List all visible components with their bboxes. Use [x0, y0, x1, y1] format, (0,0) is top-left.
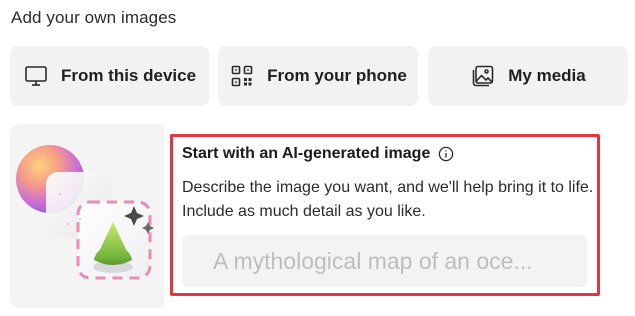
from-your-phone-label: From your phone — [267, 66, 407, 85]
ai-card-title-text: Start with an AI-generated image — [182, 145, 431, 162]
qr-code-icon — [229, 63, 255, 89]
my-media-label: My media — [508, 66, 586, 85]
image-gallery-icon — [470, 63, 496, 89]
ai-prompt-placeholder: A mythological map of an oce... — [213, 247, 533, 274]
info-icon[interactable] — [438, 146, 454, 162]
ai-prompt-input[interactable]: A mythological map of an oce... — [182, 235, 587, 287]
ai-card-title: Start with an AI-generated image — [182, 145, 454, 163]
ai-card-description: Describe the image you want, and we'll h… — [182, 179, 594, 220]
from-your-phone-button[interactable]: From your phone — [218, 46, 418, 106]
from-this-device-button[interactable]: From this device — [10, 46, 209, 106]
from-this-device-label: From this device — [60, 66, 197, 85]
section-title: Add your own images — [11, 8, 177, 27]
monitor-icon — [23, 63, 49, 89]
my-media-button[interactable]: My media — [428, 46, 628, 106]
ai-illustration — [10, 124, 164, 308]
